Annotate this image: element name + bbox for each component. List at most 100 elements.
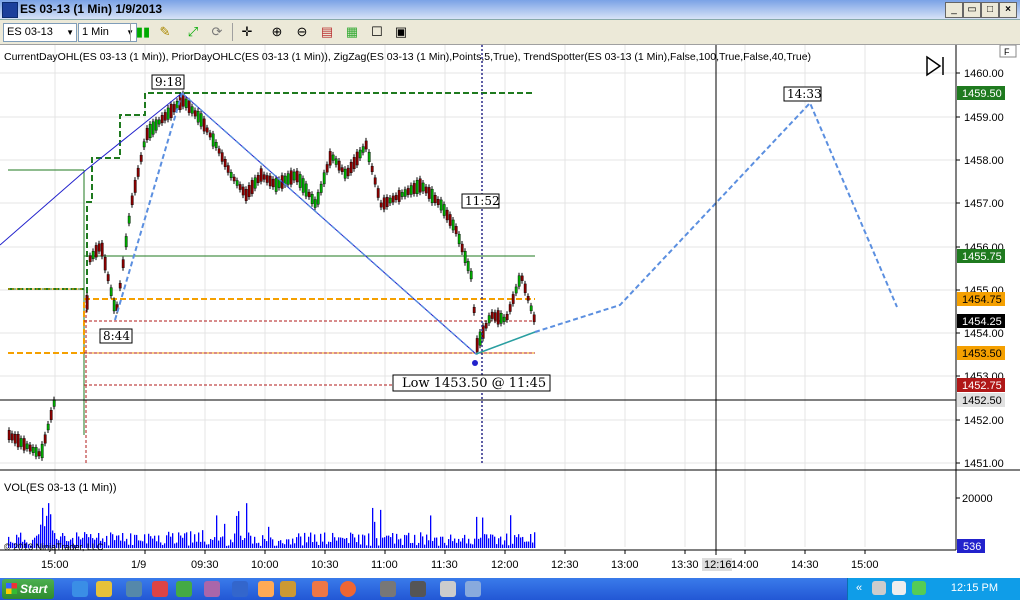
volume-bar — [394, 543, 396, 548]
ninjatrader-task-icon[interactable] — [440, 581, 456, 597]
volume-bar — [422, 536, 424, 548]
app-icon[interactable] — [312, 581, 328, 597]
candle-body — [412, 183, 416, 194]
chart-trader-icon[interactable]: ☐ — [368, 23, 386, 40]
app-icon[interactable] — [465, 581, 481, 597]
minimize-button[interactable]: _ — [945, 2, 963, 18]
tray-app-icon[interactable] — [912, 581, 926, 595]
maximize-button[interactable]: □ — [981, 2, 999, 18]
volume-bar — [212, 539, 214, 548]
volume-bar — [392, 533, 394, 548]
app-icon[interactable] — [126, 581, 142, 597]
candle-body — [358, 149, 362, 159]
candle-body — [124, 236, 128, 248]
volume-bar — [396, 533, 398, 548]
volume-bar — [456, 542, 458, 548]
candle-body — [37, 451, 41, 457]
volume-bar — [336, 540, 338, 548]
volume-bar — [150, 536, 152, 548]
chart-panel[interactable]: .ax{font-family:"Liberation Sans",sans-s… — [0, 45, 1020, 578]
close-button[interactable]: × — [999, 2, 1017, 18]
data-box-icon[interactable]: ▦ — [343, 23, 361, 40]
restore-button[interactable]: ▭ — [963, 2, 981, 18]
print-icon[interactable]: ▣ — [392, 23, 410, 40]
volume-bar — [500, 536, 502, 548]
volume-bar — [450, 534, 452, 548]
volume-bar — [380, 509, 382, 548]
tray-app-icon[interactable] — [892, 581, 906, 595]
candle-body — [421, 182, 425, 192]
volume-bar — [470, 543, 472, 548]
volume-bar — [250, 535, 252, 548]
pencil-draw-icon[interactable]: ✎ — [156, 23, 174, 40]
time-tick-label: 15:00 — [851, 559, 879, 571]
price-chart[interactable]: .ax{font-family:"Liberation Sans",sans-s… — [0, 45, 1020, 578]
volume-bar — [424, 544, 426, 548]
volume-bar — [510, 515, 512, 548]
properties-icon[interactable]: ▤ — [318, 23, 336, 40]
window-title: ES 03-13 (1 Min) 1/9/2013 — [20, 2, 163, 16]
volume-bar — [532, 542, 534, 548]
candle-body — [28, 444, 32, 452]
tray-app-icon[interactable] — [872, 581, 886, 595]
app-icon[interactable] — [176, 581, 192, 597]
app-icon[interactable] — [258, 581, 274, 597]
volume-bar — [332, 532, 334, 548]
volume-bar — [284, 544, 286, 548]
price-tick-label: 1451.00 — [964, 458, 1004, 470]
volume-bar — [136, 534, 138, 548]
volume-bar — [106, 535, 108, 548]
volume-bar — [268, 526, 270, 548]
volume-bar — [354, 537, 356, 548]
volume-bar — [508, 545, 510, 548]
volume-bar — [462, 538, 464, 548]
strategy-icon[interactable]: ⟳ — [208, 23, 226, 40]
bar-type-icon[interactable]: ▮▮ — [134, 23, 152, 40]
volume-bar — [308, 536, 310, 548]
candle-body — [7, 429, 11, 441]
app-icon[interactable] — [152, 581, 168, 597]
volume-bar — [120, 540, 122, 548]
crosshair-icon[interactable]: ✛ — [238, 23, 256, 40]
start-button[interactable]: Start — [2, 579, 54, 599]
volume-bar — [258, 542, 260, 548]
app-icon[interactable] — [280, 581, 296, 597]
ie-icon[interactable] — [72, 581, 88, 597]
zoom-out-icon[interactable]: ⊖ — [293, 23, 311, 40]
instrument-selector[interactable]: ES 03-13 ▼ — [3, 23, 77, 42]
volume-bar — [436, 537, 438, 548]
scroll-to-end-icon[interactable] — [926, 55, 944, 77]
zoom-in-icon[interactable]: ⊕ — [268, 23, 286, 40]
volume-bar — [410, 543, 412, 548]
candle-body — [328, 151, 332, 166]
interval-selector[interactable]: 1 Min ▼ — [78, 23, 137, 42]
app-icon[interactable] — [204, 581, 220, 597]
candle-body — [214, 142, 218, 148]
app-icon[interactable] — [232, 581, 248, 597]
tray-expand-icon[interactable]: « — [856, 582, 862, 594]
volume-bar — [530, 533, 532, 548]
price-flag-label: 1452.75 — [962, 380, 1002, 392]
volume-bar — [372, 507, 374, 548]
candle-body — [439, 199, 443, 211]
candle-body — [34, 447, 38, 457]
candle-body — [298, 174, 302, 188]
volume-bar — [210, 538, 212, 548]
clock: 12:15 PM — [950, 582, 998, 594]
candle-body — [415, 180, 419, 194]
firefox-icon[interactable] — [340, 581, 356, 597]
app-icon[interactable] — [410, 581, 426, 597]
time-tick-label: 1/9 — [131, 559, 146, 571]
volume-bar — [464, 534, 466, 548]
volume-bar — [418, 542, 420, 548]
indicator-add-icon[interactable]: ⤢ — [184, 23, 202, 40]
price-tick-label: 1457.00 — [964, 198, 1004, 210]
app-icon[interactable] — [380, 581, 396, 597]
folder-icon[interactable] — [96, 581, 112, 597]
candle-body — [433, 195, 437, 203]
volume-bar — [116, 535, 118, 548]
candle-body — [472, 307, 476, 313]
low-time-label: 8:44 — [103, 329, 130, 343]
volume-bar — [324, 532, 326, 548]
toolbar-divider — [130, 23, 131, 41]
